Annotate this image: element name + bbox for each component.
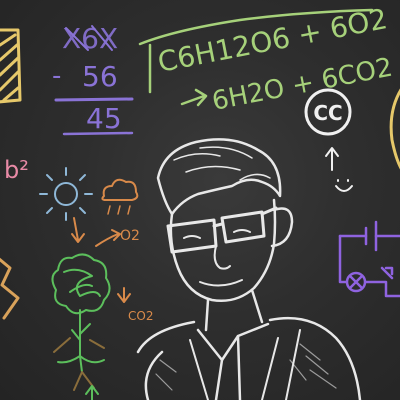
co2-label: CO2 — [128, 309, 153, 323]
eyes — [183, 229, 251, 239]
mouth — [199, 279, 243, 287]
hair — [156, 138, 282, 216]
underline — [62, 131, 134, 136]
sun-arrow — [71, 217, 85, 243]
glasses-right-lens — [220, 210, 266, 244]
up-arrow — [325, 147, 339, 171]
sum-line — [54, 97, 134, 102]
hair-strands — [173, 146, 271, 181]
reaction-arrow — [180, 88, 208, 107]
yellow-curve — [389, 88, 400, 170]
person-sketch — [136, 138, 362, 400]
result-number: 45 — [86, 102, 122, 135]
co2-arrow — [117, 287, 131, 303]
orange-zigzag — [0, 257, 20, 320]
nose — [213, 245, 231, 270]
circuit-diagram — [338, 220, 400, 298]
collar — [196, 322, 270, 362]
neck — [204, 288, 264, 332]
cc-badge: CC — [304, 88, 353, 192]
b-squared-note: b² — [4, 156, 29, 184]
plant-drawing — [51, 253, 111, 373]
smiley-face — [335, 179, 353, 192]
chalkboard-drawing: X6X - 56 45 b² C6H12O6 + 6O2 6H2O + 6CO2… — [0, 2, 400, 400]
o2-label: O2 — [120, 228, 140, 244]
sun-icon — [39, 167, 93, 221]
jacket-shading — [155, 343, 337, 391]
plant-bottom-arrow — [85, 385, 99, 400]
rain-lines — [107, 205, 131, 215]
minus-sign: - — [52, 61, 61, 91]
photosynthesis-formula: C6H12O6 + 6O2 6H2O + 6CO2 — [138, 2, 395, 117]
subtraction-problem: X6X - 56 45 — [52, 22, 134, 136]
cc-text: CC — [313, 101, 342, 125]
tie — [214, 334, 242, 400]
top-number: X6X — [62, 22, 118, 55]
chalkboard-illustration: X6X - 56 45 b² C6H12O6 + 6O2 6H2O + 6CO2… — [0, 0, 400, 400]
oxygen-arrow — [95, 229, 121, 247]
subtrahend: 56 — [82, 60, 118, 93]
cloud-icon — [101, 178, 139, 201]
yellow-hatched-shape — [0, 28, 22, 104]
